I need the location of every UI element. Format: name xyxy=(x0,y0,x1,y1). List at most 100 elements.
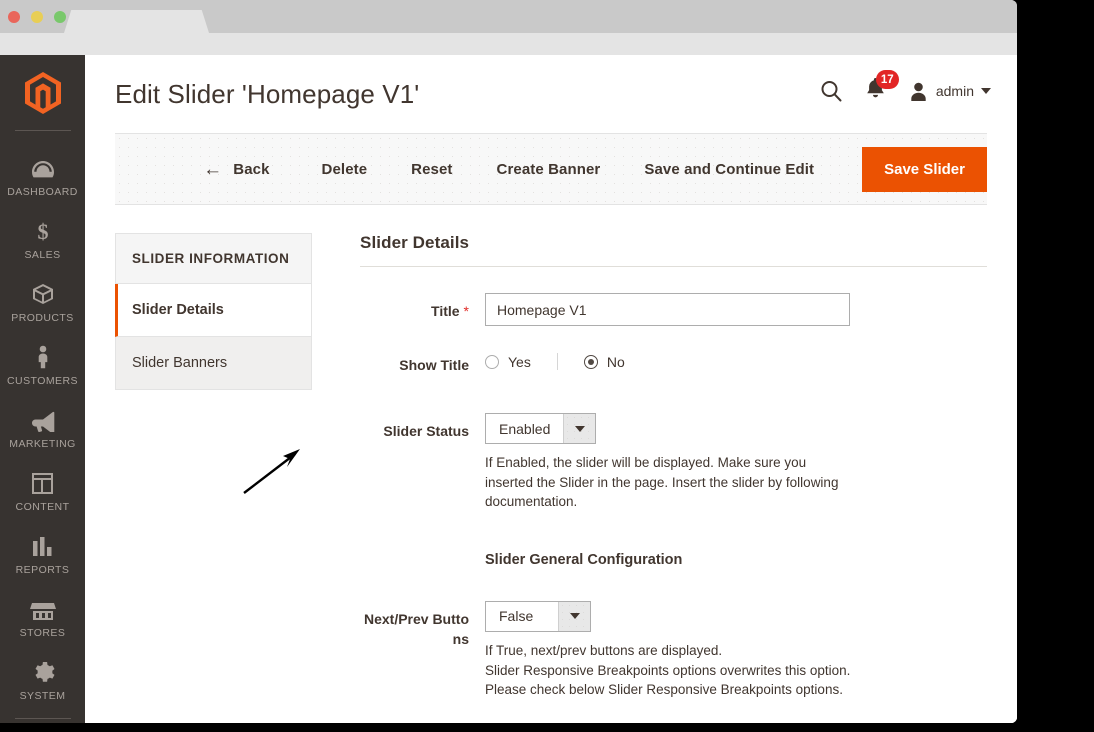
sidebar-label: CONTENT xyxy=(15,501,70,513)
show-title-control: Yes No xyxy=(485,347,987,375)
user-name: admin xyxy=(935,83,974,99)
next-prev-select[interactable]: False xyxy=(485,600,591,632)
sidebar-label: CUSTOMERS xyxy=(7,375,78,387)
chevron-down-icon xyxy=(569,613,580,620)
svg-text:$: $ xyxy=(37,219,48,243)
save-and-continue-edit-button[interactable]: Save and Continue Edit xyxy=(622,161,836,178)
sidebar-divider xyxy=(14,130,71,131)
sidebar-item-reports[interactable]: REPORTS xyxy=(0,523,85,586)
maximize-window-button[interactable] xyxy=(54,11,66,23)
sidebar-item-dashboard[interactable]: DASHBOARD xyxy=(0,145,85,208)
title-input[interactable] xyxy=(485,293,850,326)
browser-tab[interactable] xyxy=(64,10,209,33)
sidebar-item-sales[interactable]: $ SALES xyxy=(0,208,85,271)
field-show-title: Show Title Yes No xyxy=(360,347,987,375)
slider-status-dropdown-button[interactable] xyxy=(563,414,596,444)
sidebar-label: DASHBOARD xyxy=(7,186,78,198)
field-slider-status: Slider Status Enabled If Enabled, the sl… xyxy=(360,413,987,512)
radio-label-no: No xyxy=(606,353,625,370)
tab-label: Slider Banners xyxy=(132,355,228,371)
bar-chart-icon xyxy=(31,532,55,558)
sidebar-label: SYSTEM xyxy=(19,690,66,702)
arrow-left-icon: ← xyxy=(203,158,223,180)
slider-information-tabs: SLIDER INFORMATION Slider Details Slider… xyxy=(115,233,312,721)
next-prev-help-line-2: Slider Responsive Breakpoints options ov… xyxy=(485,662,851,678)
tabs-heading: SLIDER INFORMATION xyxy=(115,233,312,284)
minimize-window-button[interactable] xyxy=(31,11,43,23)
page-viewport: DASHBOARD $ SALES PRODUCTS CUSTOMERS MAR… xyxy=(0,55,1017,723)
sidebar-divider-bottom xyxy=(14,718,71,719)
show-title-label: Show Title xyxy=(399,357,469,373)
user-avatar-icon xyxy=(911,82,926,101)
dollar-sign-icon: $ xyxy=(34,217,52,243)
page-title: Edit Slider 'Homepage V1' xyxy=(115,79,420,109)
dashboard-gauge-icon xyxy=(31,154,55,180)
back-button[interactable]: ← Back xyxy=(181,160,291,179)
tab-label: Slider Details xyxy=(132,302,224,318)
tab-slider-banners[interactable]: Slider Banners xyxy=(115,337,312,390)
page-header: Edit Slider 'Homepage V1' 17 admin xyxy=(85,55,1017,133)
chevron-down-icon xyxy=(574,425,585,432)
admin-sidebar: DASHBOARD $ SALES PRODUCTS CUSTOMERS MAR… xyxy=(0,55,85,723)
magento-logo-icon xyxy=(24,71,61,114)
chevron-down-icon xyxy=(981,88,991,94)
radio-divider xyxy=(556,353,558,370)
layout-icon xyxy=(31,469,54,495)
delete-button[interactable]: Delete xyxy=(300,161,390,178)
sidebar-item-system[interactable]: SYSTEM xyxy=(0,649,85,712)
slider-status-control: Enabled If Enabled, the slider will be d… xyxy=(485,413,987,512)
field-title: Title * xyxy=(360,293,987,326)
next-prev-help-line-1: If True, next/prev buttons are displayed… xyxy=(485,642,723,658)
browser-tab-bar xyxy=(0,0,1017,33)
sidebar-item-marketing[interactable]: MARKETING xyxy=(0,397,85,460)
magento-logo[interactable] xyxy=(0,55,85,130)
reset-button[interactable]: Reset xyxy=(389,161,474,178)
create-banner-button[interactable]: Create Banner xyxy=(475,161,623,178)
page-body: SLIDER INFORMATION Slider Details Slider… xyxy=(85,205,1017,721)
sidebar-label: SALES xyxy=(24,249,61,261)
radio-label-yes: Yes xyxy=(508,353,531,370)
next-prev-value: False xyxy=(499,608,534,625)
form-section-title: Slider Details xyxy=(360,233,987,267)
sidebar-item-products[interactable]: PRODUCTS xyxy=(0,271,85,334)
sidebar-item-stores[interactable]: STORES xyxy=(0,586,85,649)
next-prev-control: False If True, next/prev buttons are dis… xyxy=(485,600,987,700)
window-controls xyxy=(8,11,66,23)
title-label: Title * xyxy=(360,293,485,326)
browser-window: DASHBOARD $ SALES PRODUCTS CUSTOMERS MAR… xyxy=(0,0,1017,723)
tab-slider-details[interactable]: Slider Details xyxy=(115,284,312,337)
required-asterisk: * xyxy=(463,303,469,319)
title-label-text: Title xyxy=(431,303,460,319)
sidebar-item-content[interactable]: CONTENT xyxy=(0,460,85,523)
header-actions: 17 admin xyxy=(819,70,991,105)
slider-status-label: Slider Status xyxy=(383,423,469,440)
notifications-button[interactable]: 17 xyxy=(865,70,899,105)
sidebar-label: MARKETING xyxy=(9,438,76,450)
next-prev-dropdown-button[interactable] xyxy=(558,601,590,631)
close-window-button[interactable] xyxy=(8,11,20,23)
search-icon[interactable] xyxy=(819,79,843,103)
page-actions-toolbar: ← Back Delete Reset Create Banner Save a… xyxy=(115,133,987,205)
gear-icon xyxy=(31,658,55,684)
save-slider-button[interactable]: Save Slider xyxy=(862,146,987,192)
sidebar-label: STORES xyxy=(19,627,66,639)
box-icon xyxy=(31,280,55,306)
radio-circle-yes xyxy=(485,354,499,369)
slider-status-value: Enabled xyxy=(499,420,551,437)
slider-details-form: Slider Details Title* Show Title xyxy=(243,233,987,721)
main-content: Edit Slider 'Homepage V1' 17 admin ← Bac… xyxy=(85,55,1017,723)
slider-status-help: If Enabled, the slider will be displayed… xyxy=(485,455,839,510)
sidebar-label: REPORTS xyxy=(15,564,70,576)
person-icon xyxy=(35,343,51,369)
browser-toolbar xyxy=(0,33,1017,55)
sidebar-label: PRODUCTS xyxy=(11,312,74,324)
notification-count-badge: 17 xyxy=(875,70,899,89)
user-menu[interactable]: admin xyxy=(908,81,991,102)
field-next-prev-buttons: Next/Prev Buttons False If True, next/pr… xyxy=(360,600,987,700)
radio-show-title-yes[interactable]: Yes xyxy=(485,354,531,370)
radio-show-title-no[interactable]: No xyxy=(583,353,625,370)
slider-status-select[interactable]: Enabled xyxy=(485,413,597,445)
back-label: Back xyxy=(233,160,270,178)
general-config-heading: Slider General Configuration xyxy=(360,552,987,568)
sidebar-item-customers[interactable]: CUSTOMERS xyxy=(0,334,85,397)
